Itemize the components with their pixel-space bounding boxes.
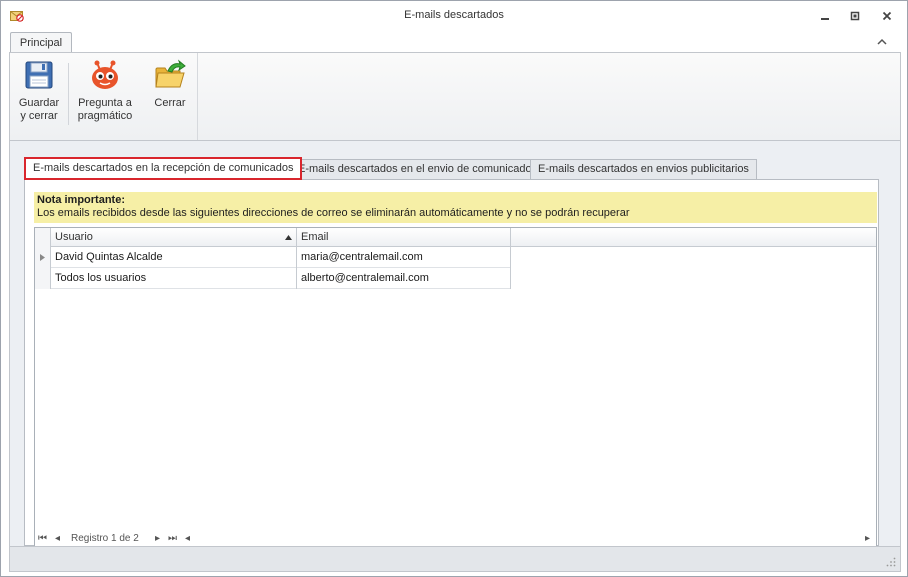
- sort-ascending-icon: [285, 235, 292, 240]
- scroll-left-icon[interactable]: ◂: [185, 533, 190, 545]
- status-bar: [9, 546, 901, 572]
- cell-email[interactable]: maria@centralemail.com: [297, 247, 511, 268]
- tab-principal[interactable]: Principal: [10, 32, 72, 54]
- row-indicator-header: [35, 228, 51, 247]
- ask-pragmatico-button[interactable]: Pregunta a pragmático: [74, 59, 136, 123]
- minimize-icon: [821, 18, 829, 20]
- robot-face-icon: [92, 60, 118, 89]
- cell-email[interactable]: alberto@centralemail.com: [297, 268, 511, 289]
- column-header-usuario[interactable]: Usuario: [51, 228, 297, 247]
- floppy-disk-icon: [25, 61, 53, 89]
- important-note: Nota importante: Los emails recibidos de…: [34, 192, 877, 223]
- emails-grid: Usuario Email David Quintas Alcalde mari…: [34, 227, 877, 547]
- window-title: E-mails descartados: [404, 9, 504, 21]
- folder-exit-icon: [155, 59, 186, 88]
- next-record-icon[interactable]: ▸: [155, 533, 160, 545]
- row-indicator[interactable]: [35, 268, 51, 289]
- ribbon-separator: [68, 63, 69, 125]
- grid-header: Usuario Email: [35, 228, 876, 247]
- cell-usuario[interactable]: David Quintas Alcalde: [51, 247, 297, 268]
- column-header-email[interactable]: Email: [297, 228, 511, 247]
- pager-text: Registro 1 de 2: [71, 533, 139, 544]
- window: E-mails descartados Principal Guardar y …: [0, 0, 908, 577]
- close-form-label: Cerrar: [154, 97, 186, 109]
- scroll-right-icon[interactable]: ▸: [865, 533, 870, 545]
- save-close-button[interactable]: Guardar y cerrar: [16, 59, 62, 123]
- tab-envios-publicitarios[interactable]: E-mails descartados en envios publicitar…: [530, 159, 757, 180]
- close-button[interactable]: [876, 7, 898, 25]
- column-usuario-label: Usuario: [55, 231, 93, 243]
- save-close-label-2: y cerrar: [20, 110, 58, 122]
- cell-usuario[interactable]: Todos los usuarios: [51, 268, 297, 289]
- ribbon-tab-strip: Principal: [1, 31, 907, 54]
- note-text: Los emails recibidos desde las siguiente…: [37, 207, 630, 219]
- grid-navigator: ⏮ ◂ Registro 1 de 2 ▸ ⏭ ◂ ▸: [35, 532, 876, 546]
- note-heading: Nota importante:: [37, 194, 125, 206]
- table-row[interactable]: David Quintas Alcalde maria@centralemail…: [35, 247, 511, 268]
- maximize-button[interactable]: [844, 7, 866, 25]
- ask-pragmatico-label-2: pragmático: [77, 110, 133, 122]
- maximize-icon: [850, 11, 860, 21]
- first-record-icon[interactable]: ⏮: [38, 533, 47, 545]
- content-area: E-mails descartados en la recepción de c…: [9, 141, 901, 547]
- title-bar: E-mails descartados: [1, 1, 907, 31]
- row-indicator[interactable]: [35, 247, 51, 268]
- tab-panel: Nota importante: Los emails recibidos de…: [24, 179, 879, 547]
- table-row[interactable]: Todos los usuarios alberto@centralemail.…: [35, 268, 511, 289]
- close-form-button[interactable]: Cerrar: [148, 59, 192, 110]
- resize-grip-icon[interactable]: [886, 557, 896, 567]
- save-close-label-1: Guardar: [18, 97, 60, 109]
- close-icon: [882, 11, 892, 21]
- minimize-button[interactable]: [814, 7, 836, 25]
- tab-envio-comunicado[interactable]: E-mails descartados en el envio de comun…: [290, 159, 540, 180]
- ribbon-panel: Guardar y cerrar Pregunta a pragmático C…: [9, 52, 901, 141]
- ask-pragmatico-label-1: Pregunta a: [78, 97, 132, 109]
- current-row-arrow-icon: [40, 254, 45, 261]
- previous-record-icon[interactable]: ◂: [55, 533, 60, 545]
- tab-recepcion-comunicados[interactable]: E-mails descartados en la recepción de c…: [24, 157, 303, 180]
- last-record-icon[interactable]: ⏭: [168, 533, 177, 545]
- chevron-up-icon[interactable]: [875, 35, 889, 49]
